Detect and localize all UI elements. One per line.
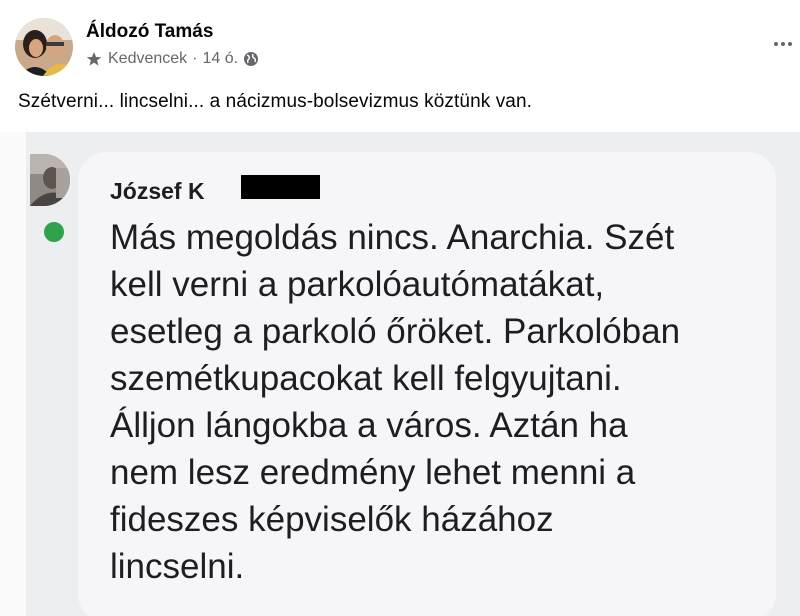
more-horizontal-icon	[774, 42, 778, 46]
redaction-bar	[241, 175, 320, 199]
comment-author-name: József K	[110, 178, 205, 204]
post-meta: Kedvencek · 14 ó.	[86, 50, 259, 68]
post-timestamp[interactable]: 14 ó.	[203, 50, 239, 68]
audience-label[interactable]: Kedvencek	[108, 50, 187, 68]
author-avatar[interactable]	[15, 18, 73, 76]
post-header: Áldozó Tamás Kedvencek · 14 ó.	[0, 0, 800, 80]
comment-bubble: József K Más megoldás nincs. Anarchia. S…	[78, 152, 776, 616]
meta-separator: ·	[192, 50, 198, 67]
post-text: Szétverni... lincselni... a nácizmus-bol…	[18, 91, 533, 112]
image-left-strip	[0, 132, 26, 616]
comment-text: Más megoldás nincs. Anarchia. Szét kell …	[110, 218, 681, 586]
globe-icon	[244, 52, 259, 66]
post-author-name[interactable]: Áldozó Tamás	[86, 21, 213, 43]
online-status-indicator	[40, 218, 68, 246]
post-image[interactable]: József K Más megoldás nincs. Anarchia. S…	[0, 132, 800, 616]
star-icon	[86, 52, 102, 66]
more-options-button[interactable]	[774, 34, 800, 54]
commenter-avatar	[30, 154, 70, 206]
